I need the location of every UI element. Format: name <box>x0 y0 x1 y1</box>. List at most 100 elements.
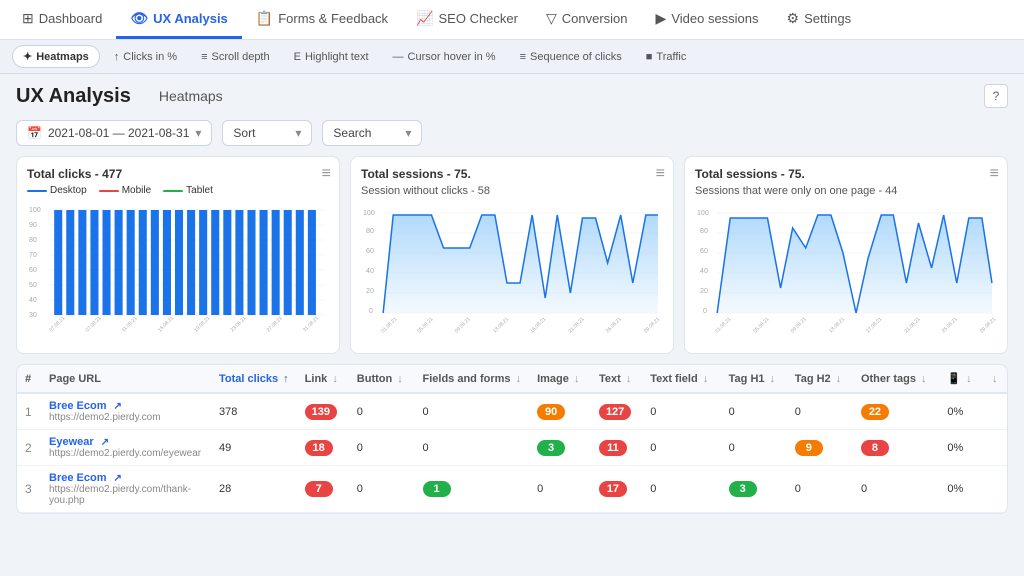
th-button[interactable]: Button ↓ <box>349 365 415 393</box>
th-link[interactable]: Link ↓ <box>297 365 349 393</box>
svg-text:09.08.21: 09.08.21 <box>454 316 472 334</box>
page-header: UX Analysis Heatmaps ? <box>0 74 1024 114</box>
row-url: Eyewear ↗ https://demo2.pierdy.com/eyewe… <box>41 430 211 466</box>
table-cell: 8 <box>853 430 939 466</box>
external-link-icon[interactable]: ↗ <box>114 401 122 412</box>
mobile-cell: 0% <box>939 430 982 466</box>
page-url: https://demo2.pierdy.com/thank-you.php <box>49 484 203 506</box>
desktop-dot <box>27 190 47 192</box>
nav-ux-analysis[interactable]: 👁 UX Analysis <box>116 0 241 39</box>
nav-dashboard[interactable]: ⊞ Dashboard <box>8 0 116 39</box>
subnav-highlight[interactable]: E Highlight text <box>284 47 379 67</box>
tagh1-sort-icon: ↓ <box>770 373 776 385</box>
table-cell: 0 <box>642 430 720 466</box>
th-mobile[interactable]: 📱 ↓ <box>939 365 982 393</box>
top-navigation: ⊞ Dashboard 👁 UX Analysis 📋 Forms & Feed… <box>0 0 1024 40</box>
th-text[interactable]: Text ↓ <box>591 365 642 393</box>
button-sort-icon: ↓ <box>397 373 403 385</box>
chart-total-clicks: ≡ Total clicks - 477 Desktop Mobile Tabl… <box>16 156 340 354</box>
legend-tablet: Tablet <box>163 185 213 196</box>
svg-text:20: 20 <box>700 288 708 295</box>
row-url: Bree Ecom ↗ https://demo2.pierdy.com/tha… <box>41 466 211 513</box>
sub-navigation: ✦ Heatmaps ↑ Clicks in % ≡ Scroll depth … <box>0 40 1024 74</box>
table-row: 3 Bree Ecom ↗ https://demo2.pierdy.com/t… <box>17 466 1007 513</box>
subnav-clicks[interactable]: ↑ Clicks in % <box>104 47 187 67</box>
svg-text:19.08.21: 19.08.21 <box>193 315 211 333</box>
chart3-menu-icon[interactable]: ≡ <box>990 165 999 183</box>
svg-text:60: 60 <box>700 248 708 255</box>
th-image[interactable]: Image ↓ <box>529 365 591 393</box>
svg-text:50: 50 <box>29 282 37 289</box>
textfield-sort-icon: ↓ <box>703 373 709 385</box>
search-dropdown[interactable]: Search ▾ <box>322 120 422 146</box>
table-cell: 0 <box>787 393 853 430</box>
table-cell: 0 <box>415 430 530 466</box>
mobile-sort-icon: ↓ <box>966 373 972 385</box>
mobile-dot <box>99 190 119 192</box>
svg-text:27.08.21: 27.08.21 <box>266 315 284 333</box>
extra-cell <box>982 466 1007 513</box>
nav-settings[interactable]: ⚙ Settings <box>773 0 866 39</box>
svg-text:40: 40 <box>29 297 37 304</box>
sort-chevron-icon: ▾ <box>295 126 301 140</box>
table-cell: 0 <box>529 466 591 513</box>
svg-text:05.08.21: 05.08.21 <box>417 316 435 334</box>
table-cell: 0 <box>642 466 720 513</box>
svg-text:40: 40 <box>366 268 374 275</box>
conversion-icon: ▽ <box>546 10 557 27</box>
subnav-highlight-label: Highlight text <box>305 51 369 63</box>
page-name-link[interactable]: Bree Ecom ↗ <box>49 472 203 484</box>
table-cell: 3 <box>529 430 591 466</box>
help-icon: ? <box>993 89 1000 103</box>
svg-text:01.08.21: 01.08.21 <box>380 316 398 334</box>
table-row: 1 Bree Ecom ↗ https://demo2.pierdy.com 3… <box>17 393 1007 430</box>
external-link-icon[interactable]: ↗ <box>101 437 109 448</box>
subnav-traffic[interactable]: ■ Traffic <box>636 47 697 67</box>
external-link-icon[interactable]: ↗ <box>114 473 122 484</box>
mobile-cell: 0% <box>939 466 982 513</box>
nav-forms-feedback[interactable]: 📋 Forms & Feedback <box>242 0 402 39</box>
chart1-menu-icon[interactable]: ≡ <box>322 165 331 183</box>
nav-seo[interactable]: 📈 SEO Checker <box>402 0 532 39</box>
image-sort-icon: ↓ <box>574 373 580 385</box>
chart2-title: Total sessions - 75. <box>361 167 663 181</box>
nav-video[interactable]: ▶ Video sessions <box>642 0 773 39</box>
chart2-menu-icon[interactable]: ≡ <box>656 165 665 183</box>
svg-text:05.08.21: 05.08.21 <box>753 316 771 334</box>
th-tagh1[interactable]: Tag H1 ↓ <box>721 365 787 393</box>
subnav-heatmaps[interactable]: ✦ Heatmaps <box>12 45 100 68</box>
page-name-link[interactable]: Eyewear ↗ <box>49 436 203 448</box>
date-range-picker[interactable]: 📅 2021-08-01 — 2021-08-31 ▾ <box>16 120 212 146</box>
th-othertags[interactable]: Other tags ↓ <box>853 365 939 393</box>
heatmap-icon: ✦ <box>23 50 32 63</box>
legend-desktop: Desktop <box>27 185 87 196</box>
video-icon: ▶ <box>656 10 667 27</box>
help-button[interactable]: ? <box>984 84 1008 108</box>
subnav-scroll[interactable]: ≡ Scroll depth <box>191 47 280 67</box>
sequence-icon: ≡ <box>520 51 526 63</box>
th-textfield[interactable]: Text field ↓ <box>642 365 720 393</box>
th-extra[interactable]: ↓ <box>982 365 1007 393</box>
charts-section: ≡ Total clicks - 477 Desktop Mobile Tabl… <box>0 156 1024 364</box>
chart1-legend: Desktop Mobile Tablet <box>27 185 329 196</box>
nav-video-label: Video sessions <box>671 11 758 26</box>
clicks-icon: ↑ <box>114 51 120 63</box>
chart3-area: 100 80 60 40 20 0 <box>695 203 997 343</box>
subnav-sequence[interactable]: ≡ Sequence of clicks <box>510 47 632 67</box>
table-header-row: # Page URL Total clicks ↑ Link ↓ Button … <box>17 365 1007 393</box>
nav-conversion[interactable]: ▽ Conversion <box>532 0 642 39</box>
subnav-cursor-label: Cursor hover in % <box>408 51 496 63</box>
th-total-clicks[interactable]: Total clicks ↑ <box>211 365 297 393</box>
chart1-title: Total clicks - 477 <box>27 167 329 181</box>
svg-text:60: 60 <box>366 248 374 255</box>
chart1-area: 100 90 80 70 60 50 40 30 <box>27 200 329 340</box>
table-cell: 0 <box>349 466 415 513</box>
highlight-icon: E <box>294 51 301 63</box>
sort-dropdown[interactable]: Sort ▾ <box>222 120 312 146</box>
th-tagh2[interactable]: Tag H2 ↓ <box>787 365 853 393</box>
total-clicks-cell: 49 <box>211 430 297 466</box>
svg-text:17.08.21: 17.08.21 <box>865 316 883 334</box>
page-name-link[interactable]: Bree Ecom ↗ <box>49 400 203 412</box>
subnav-cursor[interactable]: — Cursor hover in % <box>383 47 506 67</box>
th-fields[interactable]: Fields and forms ↓ <box>415 365 530 393</box>
